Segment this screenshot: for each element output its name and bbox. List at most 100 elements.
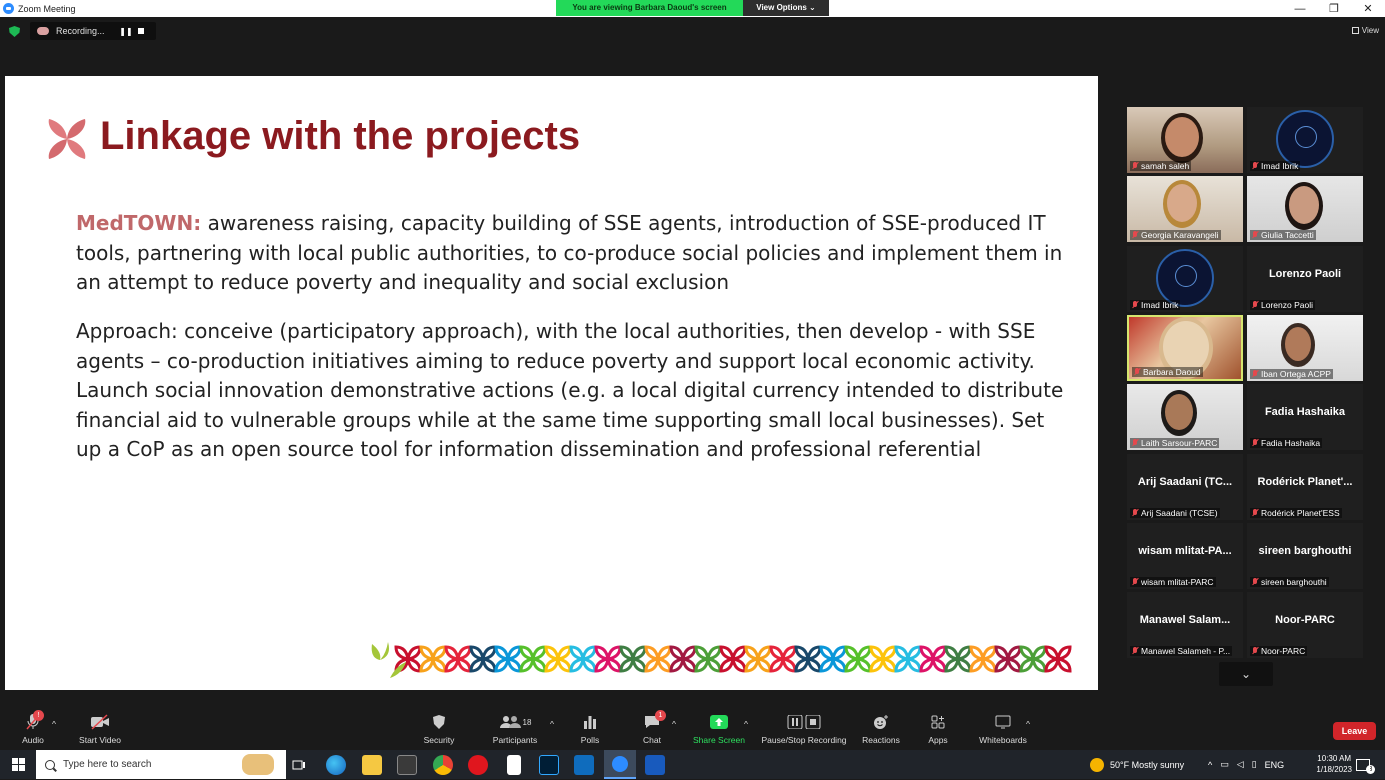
- participant-tile[interactable]: Georgia Karavangeli: [1127, 176, 1243, 243]
- polls-icon: [584, 716, 596, 729]
- pattern-motif: [1044, 645, 1072, 673]
- security-button[interactable]: Security: [420, 713, 458, 745]
- pattern-motif: [769, 645, 797, 673]
- participant-face: [1165, 394, 1193, 431]
- pattern-motif: [694, 645, 722, 673]
- pattern-motif: [519, 645, 547, 673]
- participant-tile[interactable]: Rodérick Planet'... Rodérick Planet'ESS: [1247, 453, 1363, 520]
- security-shield-icon[interactable]: [9, 26, 20, 37]
- notifications-button[interactable]: 3: [1356, 750, 1375, 779]
- pattern-motif: [569, 645, 597, 673]
- edge-browser-icon[interactable]: [326, 755, 346, 775]
- share-screen-button[interactable]: Share Screen: [692, 713, 746, 745]
- audio-options-caret[interactable]: ^: [52, 719, 56, 729]
- muted-mic-icon: [1132, 508, 1138, 517]
- mail-icon[interactable]: [574, 755, 594, 775]
- system-tray-icons[interactable]: ^ ▭ ◁ ▯ ENG: [1208, 750, 1284, 779]
- participant-tile[interactable]: Giulia Taccetti: [1247, 176, 1363, 243]
- share-options-caret[interactable]: ^: [744, 719, 748, 729]
- search-highlight-icon: [242, 754, 274, 775]
- view-button[interactable]: View: [1351, 26, 1379, 35]
- stop-recording-button[interactable]: [138, 28, 144, 34]
- pattern-motif: [669, 645, 697, 673]
- participant-tile[interactable]: Imad Ibrik: [1247, 107, 1363, 173]
- participant-tile[interactable]: Lorenzo Paoli Lorenzo Paoli: [1247, 245, 1363, 312]
- participant-display-name: wisam mlitat-PA...: [1138, 544, 1232, 557]
- pattern-motif: [744, 645, 772, 673]
- tray-chevron-icon[interactable]: ^: [1208, 760, 1212, 770]
- participant-name: Arij Saadani (TCSE): [1141, 507, 1218, 518]
- participant-name: Giulia Taccetti: [1261, 230, 1314, 241]
- apps-button[interactable]: Apps: [924, 713, 952, 745]
- minimize-button[interactable]: —: [1283, 0, 1317, 17]
- participant-tile[interactable]: Noor-PARC Noor-PARC: [1247, 592, 1363, 659]
- participant-tile[interactable]: Imad Ibrik: [1127, 245, 1243, 312]
- pattern-motif: [419, 645, 447, 673]
- participant-tile[interactable]: Laith Sarsour-PARC: [1127, 384, 1243, 451]
- maximize-button[interactable]: ❐: [1317, 0, 1351, 17]
- weather-widget[interactable]: 50°F Mostly sunny: [1090, 750, 1184, 779]
- participant-tile[interactable]: sireen barghouthi sireen barghouthi: [1247, 522, 1363, 589]
- clock-time: 10:30 AM: [1317, 754, 1352, 763]
- network-icon[interactable]: ▭: [1220, 759, 1229, 770]
- microsoft-store-icon[interactable]: [397, 755, 417, 775]
- participant-tile[interactable]: samah saleh: [1127, 107, 1243, 173]
- zoom-logo-icon: [3, 3, 14, 14]
- apps-label: Apps: [928, 735, 948, 745]
- participant-tile[interactable]: wisam mlitat-PA... wisam mlitat-PARC: [1127, 522, 1243, 589]
- pattern-motif: [919, 645, 947, 673]
- participant-tile[interactable]: Manawel Salam... Manawel Salameh - P...: [1127, 592, 1243, 659]
- participant-name: Imad Ibrik: [1141, 299, 1179, 310]
- participants-button[interactable]: 18 Participants: [490, 713, 540, 745]
- leave-button[interactable]: Leave: [1333, 722, 1376, 740]
- whiteboards-button[interactable]: Whiteboards: [975, 713, 1031, 745]
- pause-stop-icon: [787, 715, 821, 729]
- chat-button[interactable]: 1 Chat: [638, 710, 666, 745]
- reactions-button[interactable]: Reactions: [860, 713, 902, 745]
- opera-browser-icon[interactable]: [468, 755, 488, 775]
- taskbar-clock[interactable]: 10:30 AM 1/18/2023: [1316, 753, 1352, 775]
- shield-icon: [433, 715, 445, 729]
- muted-mic-icon: [1132, 162, 1138, 170]
- participants-options-caret[interactable]: ^: [550, 719, 554, 729]
- smile-icon: [874, 715, 888, 729]
- word-icon[interactable]: [645, 755, 665, 775]
- chrome-browser-icon[interactable]: [433, 755, 453, 775]
- participant-tile[interactable]: Iban Ortega ACPP: [1247, 314, 1363, 381]
- battery-icon[interactable]: ▯: [1252, 759, 1257, 770]
- start-button[interactable]: [0, 750, 36, 779]
- notification-icon: [1356, 758, 1370, 771]
- participant-name: Laith Sarsour-PARC: [1141, 438, 1218, 449]
- participant-tile[interactable]: Fadia Hashaika Fadia Hashaika: [1247, 384, 1363, 451]
- zoom-taskbar-icon[interactable]: [604, 750, 636, 779]
- video-off-icon: [91, 714, 109, 730]
- start-video-button[interactable]: Start Video: [76, 713, 124, 745]
- participant-tile[interactable]: Barbara Daoud: [1127, 314, 1243, 381]
- photoshop-icon[interactable]: [539, 755, 559, 775]
- pause-recording-button[interactable]: ❚❚: [116, 27, 136, 36]
- notepad-icon[interactable]: [507, 755, 521, 775]
- share-screen-label: Share Screen: [693, 735, 745, 745]
- participant-name: Noor-PARC: [1261, 646, 1306, 657]
- participant-name-label: sireen barghouthi: [1250, 576, 1329, 587]
- polls-button[interactable]: Polls: [577, 713, 603, 745]
- file-explorer-icon[interactable]: [362, 755, 382, 775]
- participant-tile[interactable]: Arij Saadani (TC... Arij Saadani (TCSE): [1127, 453, 1243, 520]
- muted-mic-icon: [1132, 439, 1138, 447]
- window-title: Zoom Meeting: [18, 3, 76, 14]
- recording-control-label: Pause/Stop Recording: [761, 735, 847, 745]
- taskbar-search[interactable]: Type here to search: [36, 750, 286, 779]
- muted-mic-icon: [1134, 367, 1140, 376]
- whiteboards-options-caret[interactable]: ^: [1026, 719, 1030, 729]
- view-options-button[interactable]: View Options ⌄: [743, 0, 829, 16]
- task-view-icon[interactable]: [290, 755, 308, 775]
- audio-label: Audio: [22, 735, 44, 745]
- pause-stop-recording-button[interactable]: Pause/Stop Recording: [759, 713, 849, 745]
- pattern-motif: [469, 645, 497, 673]
- volume-icon[interactable]: ◁: [1237, 759, 1244, 770]
- gallery-next-page-button[interactable]: ⌄: [1219, 662, 1273, 686]
- close-button[interactable]: ✕: [1351, 0, 1385, 17]
- chat-options-caret[interactable]: ^: [672, 719, 676, 729]
- audio-button[interactable]: ! Audio: [18, 710, 48, 745]
- language-indicator[interactable]: ENG: [1265, 760, 1285, 770]
